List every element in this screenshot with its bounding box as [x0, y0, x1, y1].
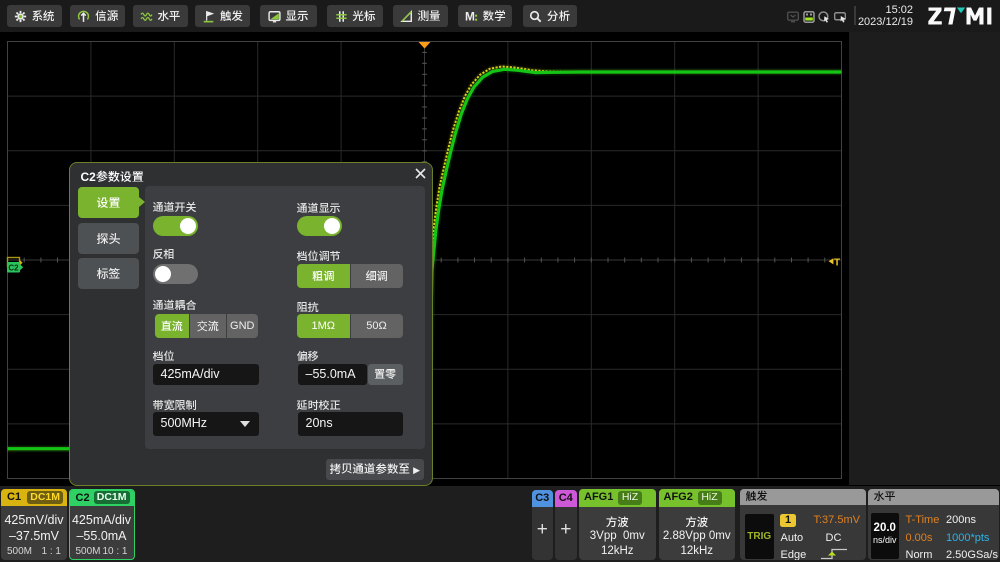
svg-text:T: T [834, 257, 840, 268]
svg-text:M: M [465, 10, 475, 23]
svg-text:C2: C2 [8, 263, 19, 272]
